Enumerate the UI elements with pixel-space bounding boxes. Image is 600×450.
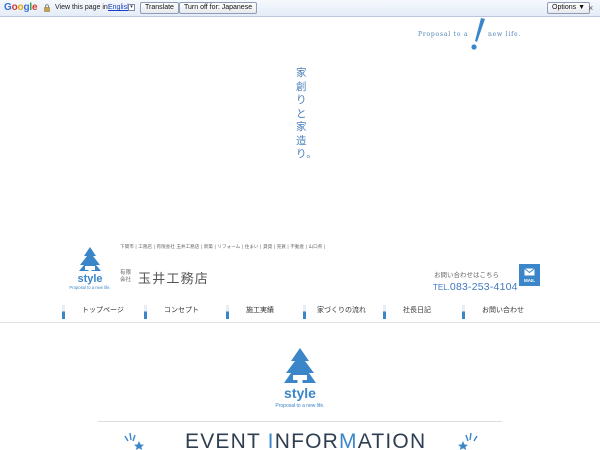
nav-divider	[0, 322, 600, 323]
tel-prefix: TEL.	[433, 283, 450, 292]
translate-button[interactable]: Translate	[140, 2, 179, 14]
logo-tagline: Proposal to a new life.	[69, 285, 110, 290]
section-divider	[98, 421, 502, 422]
nav-marker	[383, 305, 386, 319]
google-logo: Google	[4, 2, 38, 13]
company-type: 有限会社	[120, 270, 132, 283]
catchphrase: 家創りと家造り。	[296, 67, 317, 160]
main-logo-tagline: Proposal to a new life.	[275, 403, 324, 409]
nav-label: お問い合わせ	[482, 306, 524, 314]
style-logo-large: style Proposal to a new life.	[275, 348, 325, 409]
lock-icon	[44, 4, 50, 12]
nav-label: 施工実績	[246, 306, 274, 314]
event-title: EVENT INFORMATION	[185, 430, 426, 450]
exclamation-icon	[471, 18, 485, 50]
translate-bar: Google View this page in: English ▾ Tran…	[0, 0, 600, 17]
event-title-highlight: M	[339, 430, 358, 450]
phone-number[interactable]: TEL.083-253-4104	[433, 277, 518, 295]
turn-off-button[interactable]: Turn off for: Japanese	[179, 2, 258, 14]
envelope-icon	[524, 268, 535, 276]
company-name: 玉井工務店	[138, 272, 210, 287]
mail-button[interactable]: MAIL	[519, 264, 540, 286]
nav-marker	[144, 305, 147, 319]
tagline-part1: Proposal to a	[418, 31, 469, 38]
language-dropdown[interactable]: ▾	[128, 4, 135, 11]
tagline-part2: new life.	[488, 31, 522, 38]
main-nav: トップページ コンセプト 施工実績 家づくりの流れ 社長日記 お問い合わせ	[60, 300, 550, 322]
main-logo-text: style	[284, 385, 316, 401]
sparkle-icon	[124, 432, 144, 450]
nav-marker	[62, 305, 65, 319]
sparkle-icon	[458, 432, 478, 450]
view-page-label: View this page in:	[55, 4, 110, 11]
mail-label: MAIL	[524, 278, 535, 283]
event-title-part: NFOR	[274, 430, 340, 450]
close-icon[interactable]: ×	[588, 3, 593, 13]
nav-label: コンセプト	[164, 306, 199, 314]
nav-marker	[303, 305, 306, 319]
nav-marker	[462, 305, 465, 319]
tel-number: 083-253-4104	[449, 281, 518, 293]
event-title-highlight: I	[267, 430, 275, 450]
nav-marker	[226, 305, 229, 319]
nav-label: 家づくりの流れ	[317, 306, 366, 314]
event-title-part: ATION	[357, 430, 427, 450]
options-button[interactable]: Options ▼	[547, 2, 590, 14]
nav-label: トップページ	[82, 306, 124, 314]
event-title-part: EVENT	[185, 430, 268, 450]
logo-text: style	[77, 273, 102, 285]
style-logo[interactable]: style Proposal to a new life.	[63, 246, 115, 291]
keyword-tags: 下関市 | 工務店 | 有限会社 玉井工務店 | 新築 | リフォーム | 住ま…	[120, 245, 326, 250]
nav-label: 社長日記	[403, 306, 431, 314]
